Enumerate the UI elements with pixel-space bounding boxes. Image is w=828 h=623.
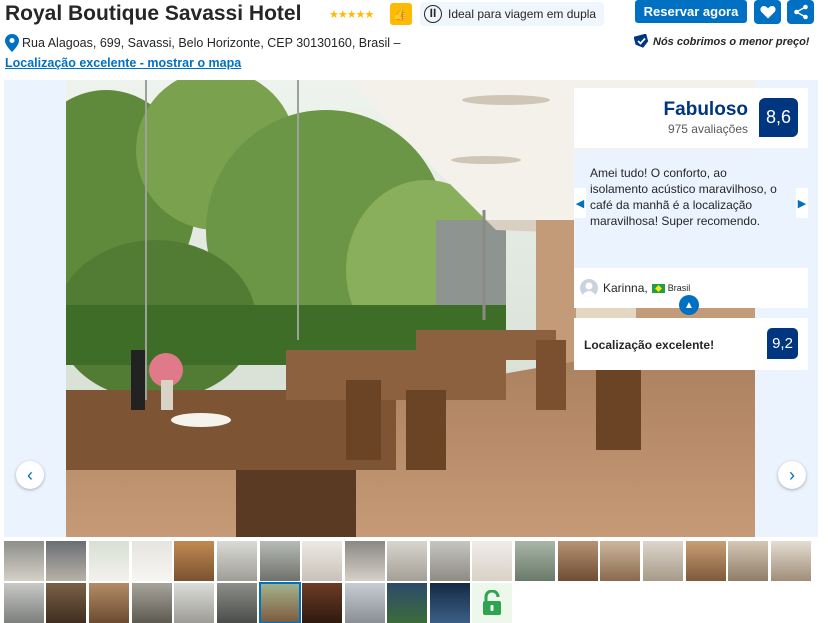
thumbnail[interactable]: [132, 583, 172, 623]
thumbnail[interactable]: [771, 541, 811, 581]
ideal-for-label: Ideal para viagem em dupla: [448, 7, 597, 21]
thumbnail[interactable]: [345, 541, 385, 581]
main-photo[interactable]: [66, 80, 755, 537]
thumbnail[interactable]: [174, 541, 214, 581]
avatar: [580, 279, 598, 297]
share-icon: [793, 4, 808, 20]
thumbnail[interactable]: [472, 541, 512, 581]
locked-photos-button[interactable]: [472, 583, 512, 623]
heart-icon: [759, 6, 776, 19]
thumbnail[interactable]: [643, 541, 683, 581]
thumbnail-selected[interactable]: [259, 582, 301, 623]
thumbnail[interactable]: [387, 541, 427, 581]
check-badge-icon: [634, 34, 649, 48]
location-score-badge: 9,2: [767, 328, 798, 359]
score-word: Fabuloso: [663, 99, 748, 120]
thumbnail[interactable]: [174, 583, 214, 623]
price-guarantee-text: Nós cobrimos o menor preço!: [653, 35, 810, 48]
thumbnail[interactable]: [260, 541, 300, 581]
star-rating: ★★★★★: [329, 9, 374, 21]
thumbnail[interactable]: [387, 583, 427, 623]
brazil-flag-icon: [651, 283, 665, 293]
location-map-link[interactable]: Localização excelente - mostrar o mapa: [5, 56, 241, 70]
thumbnail[interactable]: [430, 541, 470, 581]
thumbs-up-icon: 👍: [390, 3, 412, 25]
location-score-label: Localização excelente!: [584, 338, 715, 352]
lock-icon: [483, 590, 501, 615]
thumbnail[interactable]: [46, 583, 86, 623]
thumbnail[interactable]: [217, 583, 257, 623]
favorite-button[interactable]: [754, 0, 781, 24]
reserve-now-button[interactable]: Reservar agora: [635, 0, 747, 23]
review-quote: Amei tudo! O conforto, ao isolamento acú…: [590, 166, 777, 228]
couple-icon: ꟾꟾ: [424, 5, 442, 23]
thumbnail[interactable]: [302, 541, 342, 581]
reviewer-name: Karinna,: [603, 281, 648, 295]
location-score-card: Localização excelente! 9,2: [574, 318, 808, 370]
thumbnail[interactable]: [430, 583, 470, 623]
thumbnail[interactable]: [132, 541, 172, 581]
chevron-up-icon[interactable]: ▲: [679, 295, 699, 315]
share-button[interactable]: [787, 0, 814, 24]
review-score-badge: 8,6: [759, 98, 798, 137]
thumbnail[interactable]: [345, 583, 385, 623]
thumbnail[interactable]: [217, 541, 257, 581]
hotel-name: Royal Boutique Savassi Hotel: [5, 2, 302, 25]
thumbnail[interactable]: [515, 541, 555, 581]
thumbnail[interactable]: [4, 541, 44, 581]
restaurant-photo-image: [66, 80, 755, 537]
review-quote-card: Amei tudo! O conforto, ao isolamento acú…: [574, 150, 808, 308]
thumbnail[interactable]: [558, 541, 598, 581]
reviewer-country: Brasil: [667, 283, 691, 293]
address-row: Rua Alagoas, 699, Savassi, Belo Horizont…: [5, 34, 400, 52]
thumbnail[interactable]: [89, 583, 129, 623]
map-pin-icon: [5, 34, 19, 52]
thumbnail[interactable]: [302, 583, 342, 623]
thumbnail[interactable]: [46, 541, 86, 581]
gallery-prev-button[interactable]: ‹: [16, 461, 44, 489]
thumbnail[interactable]: [89, 541, 129, 581]
quote-prev-button[interactable]: ◀: [574, 188, 586, 218]
review-count: 975 avaliações: [667, 122, 748, 136]
gallery-next-button[interactable]: ›: [778, 461, 806, 489]
quote-next-button[interactable]: ▶: [796, 188, 808, 218]
thumbnail[interactable]: [4, 583, 44, 623]
ideal-for-badge: ꟾꟾ Ideal para viagem em dupla: [420, 2, 604, 26]
thumbnail[interactable]: [600, 541, 640, 581]
thumbnail[interactable]: [686, 541, 726, 581]
thumbnail[interactable]: [728, 541, 768, 581]
hotel-address: Rua Alagoas, 699, Savassi, Belo Horizont…: [22, 36, 401, 50]
price-guarantee: Nós cobrimos o menor preço!: [634, 34, 809, 49]
review-score-card[interactable]: Fabuloso 975 avaliações 8,6: [574, 88, 808, 148]
